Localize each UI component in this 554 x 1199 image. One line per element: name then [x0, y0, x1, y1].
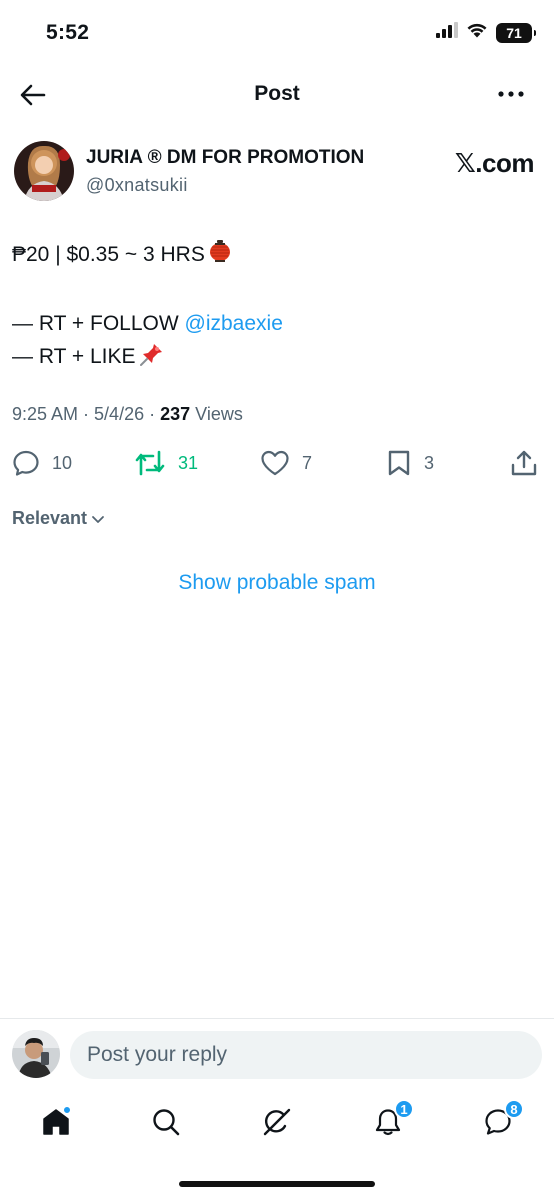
author-avatar[interactable]	[14, 141, 74, 201]
tab-grok[interactable]	[257, 1102, 297, 1142]
bottom-tab-bar: 1 8	[0, 1090, 554, 1160]
bookmark-button[interactable]: 3	[386, 446, 434, 480]
reply-button[interactable]: 10	[12, 446, 72, 480]
author-name[interactable]: JURIA ® DM FOR PROMOTION	[86, 147, 364, 169]
meta-separator: ·	[78, 404, 95, 424]
post-line-3-text: — RT + LIKE	[12, 345, 136, 368]
author-handle[interactable]: @0xnatsukii	[86, 175, 188, 196]
tab-notifications[interactable]: 1	[368, 1099, 414, 1142]
post-actions: 10 31 7 3	[12, 446, 542, 480]
pushpin-icon	[139, 342, 164, 376]
views-count[interactable]: 237	[160, 404, 190, 424]
grok-icon	[263, 1108, 291, 1136]
show-probable-spam-link[interactable]: Show probable spam	[0, 571, 554, 595]
reply-count: 10	[52, 452, 73, 473]
battery-icon: 71	[496, 22, 536, 43]
lantern-icon	[209, 240, 231, 274]
bookmark-icon	[388, 450, 410, 476]
meta-separator: ·	[144, 404, 161, 424]
repost-button[interactable]: 31	[134, 446, 198, 480]
signal-icon	[436, 22, 458, 43]
page-title: Post	[254, 82, 300, 105]
messages-badge: 8	[504, 1099, 524, 1119]
bookmark-count: 3	[424, 452, 435, 473]
wifi-icon	[466, 22, 488, 43]
post-author: JURIA ® DM FOR PROMOTION @0xnatsukii 𝕏.c…	[14, 140, 540, 204]
notifications-badge: 1	[394, 1099, 414, 1119]
repost-count: 31	[178, 452, 199, 473]
ellipsis-icon	[498, 91, 524, 97]
views-label: Views	[190, 404, 243, 424]
reply-sort-label: Relevant	[12, 508, 88, 528]
reply-sort-dropdown[interactable]: Relevant	[12, 508, 105, 529]
tab-messages[interactable]: 8	[478, 1099, 524, 1142]
post-date: 5/4/26	[94, 404, 145, 424]
post-line-1-text: ₱20 | $0.35 ~ 3 HRS	[12, 243, 205, 266]
like-button[interactable]: 7	[260, 446, 312, 480]
home-unread-dot	[63, 1106, 71, 1114]
post-line-2: — RT + FOLLOW @izbaexie	[12, 307, 542, 340]
reply-icon	[13, 450, 39, 476]
user-avatar[interactable]	[12, 1030, 60, 1078]
share-icon	[511, 450, 537, 476]
post-meta: 9:25 AM · 5/4/26 · 237 Views	[12, 404, 243, 425]
source-label: 𝕏.com	[454, 148, 535, 178]
search-icon	[153, 1109, 180, 1136]
status-time: 5:52	[46, 21, 90, 44]
tab-search[interactable]	[146, 1102, 186, 1142]
like-count: 7	[302, 452, 313, 473]
mention-link[interactable]: @izbaexie	[185, 312, 283, 335]
post-time: 9:25 AM	[12, 404, 79, 424]
post-text: ₱20 | $0.35 ~ 3 HRS — RT + FOLLOW @izbae…	[12, 238, 542, 376]
post-header: Post	[0, 70, 554, 120]
chevron-down-icon	[92, 515, 104, 523]
share-button[interactable]	[510, 446, 538, 480]
status-icons: 71	[436, 22, 536, 43]
status-bar: 5:52 71	[0, 0, 554, 62]
home-indicator	[179, 1181, 375, 1187]
post-line-2-text: — RT + FOLLOW	[12, 312, 185, 335]
repost-icon	[135, 450, 165, 476]
reply-bar	[0, 1018, 554, 1090]
more-options-button[interactable]	[496, 82, 526, 106]
post-line-3: — RT + LIKE	[12, 340, 542, 376]
post-line-1: ₱20 | $0.35 ~ 3 HRS	[12, 238, 542, 274]
tab-home[interactable]	[36, 1102, 76, 1142]
heart-icon	[261, 450, 289, 476]
reply-input[interactable]	[70, 1031, 542, 1079]
